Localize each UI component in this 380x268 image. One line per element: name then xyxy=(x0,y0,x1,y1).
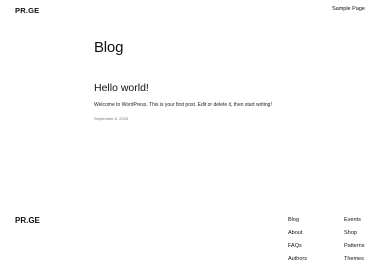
post-title-link[interactable]: Hello world! xyxy=(94,82,354,94)
footer-nav-col-1: Blog About FAQs Authors xyxy=(288,216,307,268)
footer-link-about[interactable]: About xyxy=(288,229,307,242)
header-nav: Sample Page xyxy=(332,6,365,12)
footer-link-authors[interactable]: Authors xyxy=(288,255,307,268)
post-date: September 8, 2025 xyxy=(94,116,129,121)
footer-link-blog[interactable]: Blog xyxy=(288,216,307,229)
site-title-link[interactable]: PR.GE xyxy=(15,6,39,15)
footer-nav-col-2: Events Shop Patterns Themes xyxy=(344,216,364,268)
footer-link-themes[interactable]: Themes xyxy=(344,255,364,268)
post-excerpt: Welcome to WordPress. This is your first… xyxy=(94,102,272,108)
footer-link-faqs[interactable]: FAQs xyxy=(288,242,307,255)
nav-sample-page[interactable]: Sample Page xyxy=(332,6,365,12)
post-item: Hello world! Welcome to WordPress. This … xyxy=(94,82,354,121)
page-title: Blog xyxy=(94,39,124,56)
footer-link-shop[interactable]: Shop xyxy=(344,229,364,242)
footer-site-title-link[interactable]: PR.GE xyxy=(15,216,40,225)
footer-link-patterns[interactable]: Patterns xyxy=(344,242,364,255)
footer-link-events[interactable]: Events xyxy=(344,216,364,229)
